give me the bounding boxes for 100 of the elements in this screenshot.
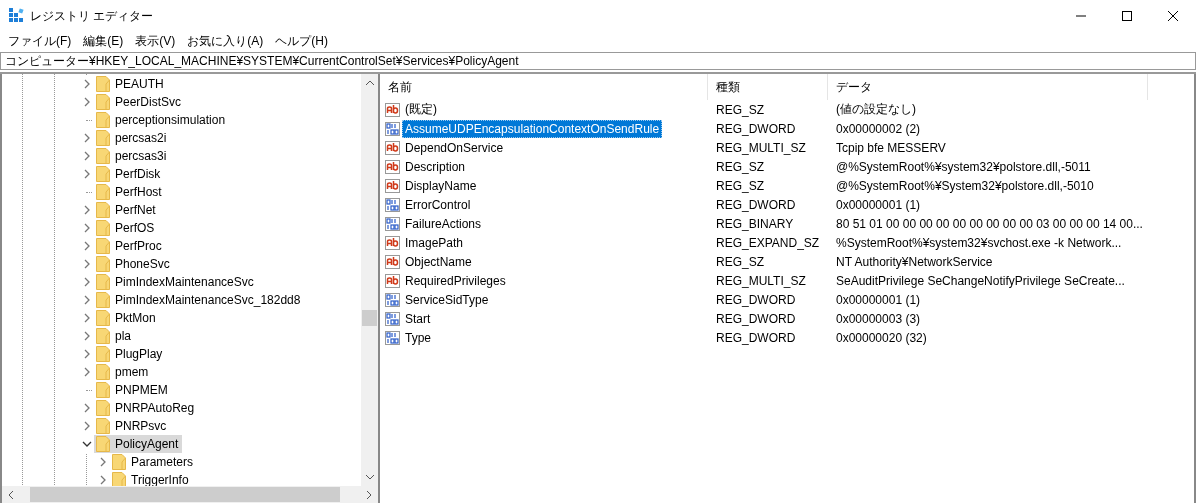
- binary-value-icon: [385, 215, 401, 232]
- string-value-icon: [385, 272, 401, 289]
- table-cell-text: 0x00000002 (2): [835, 121, 922, 136]
- string-value-icon: [385, 101, 401, 118]
- collapse-chevron-icon[interactable]: [82, 441, 92, 447]
- binary-value-icon: [385, 310, 401, 327]
- close-icon: [1168, 11, 1178, 21]
- scroll-right-icon[interactable]: [366, 489, 372, 500]
- tree-item[interactable]: PeerDistSvc: [94, 93, 186, 111]
- vertical-scrollbar[interactable]: [361, 74, 378, 486]
- value-name[interactable]: Start: [402, 309, 434, 328]
- table-cell-text: Tcpip bfe MESSERV: [835, 140, 947, 155]
- binary-value-icon: [385, 196, 401, 213]
- value-name[interactable]: ErrorControl: [402, 195, 474, 214]
- tree-item[interactable]: PerfOS: [94, 219, 159, 237]
- table-cell-text: (値の設定なし): [835, 101, 917, 118]
- window-title: レジストリ エディター: [30, 7, 154, 25]
- tree-item[interactable]: PerfProc: [94, 237, 166, 255]
- value-name[interactable]: Type: [402, 328, 434, 347]
- string-value-icon: [385, 177, 401, 194]
- menu-item[interactable]: 表示(V): [129, 32, 182, 50]
- table-cell-text: REG_DWORD: [715, 311, 797, 326]
- value-name[interactable]: ServiceSidType: [402, 290, 492, 309]
- tree-item[interactable]: pmem: [94, 363, 153, 381]
- tree-item[interactable]: PNRPAutoReg: [94, 399, 199, 417]
- tree-item[interactable]: TriggerInfo: [110, 471, 193, 486]
- scroll-down-icon[interactable]: [364, 474, 375, 480]
- tree-item[interactable]: PEAUTH: [94, 75, 168, 93]
- table-cell-text: @%SystemRoot%¥System32¥polstore.dll,-5010: [835, 178, 1095, 193]
- folder-icon: [96, 364, 110, 380]
- binary-value-icon: [385, 329, 401, 346]
- tree-item[interactable]: PNPMEM: [94, 381, 172, 399]
- address-field[interactable]: コンピューター¥HKEY_LOCAL_MACHINE¥SYSTEM¥CurrentControlSet¥Services¥PolicyAgent: [0, 52, 1196, 70]
- column-header[interactable]: 名前: [380, 74, 708, 100]
- table-cell-text: REG_DWORD: [715, 197, 797, 212]
- scroll-left-icon[interactable]: [8, 489, 14, 500]
- scroll-up-icon[interactable]: [364, 80, 375, 86]
- tree-item[interactable]: Parameters: [110, 453, 198, 471]
- value-name[interactable]: AssumeUDPEncapsulationContextOnSendRule: [402, 119, 663, 138]
- binary-value-icon: [385, 291, 401, 308]
- table-cell-text: REG_DWORD: [715, 121, 797, 136]
- tree-item[interactable]: perceptionsimulation: [94, 111, 230, 129]
- table-cell-text: REG_SZ: [715, 159, 765, 174]
- table-cell-text: REG_EXPAND_SZ: [715, 235, 821, 250]
- scroll-thumb[interactable]: [362, 310, 377, 326]
- folder-icon: [96, 292, 110, 308]
- tree-item[interactable]: PimIndexMaintenanceSvc_182dd8: [94, 291, 305, 309]
- folder-icon: [96, 256, 110, 272]
- tree-item[interactable]: pla: [94, 327, 135, 345]
- tree-item[interactable]: PimIndexMaintenanceSvc: [94, 273, 258, 291]
- tree-item[interactable]: PerfDisk: [94, 165, 165, 183]
- folder-icon: [96, 130, 110, 146]
- table-cell-text: 0x00000003 (3): [835, 311, 922, 326]
- value-name[interactable]: RequiredPrivileges: [402, 271, 509, 290]
- folder-icon: [96, 400, 110, 416]
- string-value-icon: [385, 253, 401, 270]
- table-cell-text: 0x00000001 (1): [835, 197, 922, 212]
- folder-icon: [96, 274, 110, 290]
- tree-item[interactable]: PolicyAgent: [94, 435, 183, 453]
- value-name[interactable]: FailureActions: [402, 214, 485, 233]
- menu-item[interactable]: お気に入り(A): [181, 32, 270, 50]
- tree-item[interactable]: percsas3i: [94, 147, 171, 165]
- folder-icon: [96, 346, 110, 362]
- folder-icon: [96, 382, 110, 398]
- horizontal-scrollbar[interactable]: [2, 486, 378, 503]
- folder-icon: [96, 76, 110, 92]
- tree-item[interactable]: PktMon: [94, 309, 160, 327]
- table-cell-text: NT Authority¥NetworkService: [835, 254, 994, 269]
- menu-item[interactable]: 編集(E): [77, 32, 130, 50]
- menu-item[interactable]: ファイル(F): [2, 32, 78, 50]
- tree-item[interactable]: PNRPsvc: [94, 417, 171, 435]
- tree-item[interactable]: percsas2i: [94, 129, 171, 147]
- table-cell-text: REG_MULTI_SZ: [715, 140, 807, 155]
- folder-icon: [96, 166, 110, 182]
- column-header[interactable]: 種類: [708, 74, 828, 100]
- folder-icon: [112, 454, 126, 470]
- value-name[interactable]: (既定): [402, 99, 440, 120]
- value-name[interactable]: ImagePath: [402, 233, 467, 252]
- table-cell-text: 0x00000020 (32): [835, 330, 928, 345]
- folder-icon: [96, 436, 110, 452]
- folder-icon: [96, 418, 110, 434]
- table-cell-text: 0x00000001 (1): [835, 292, 922, 307]
- value-name[interactable]: DisplayName: [402, 176, 480, 195]
- string-value-icon: [385, 158, 401, 175]
- column-header[interactable]: データ: [828, 74, 1148, 100]
- tree-item[interactable]: PerfHost: [94, 183, 166, 201]
- scroll-thumb[interactable]: [30, 487, 340, 502]
- registry-icon: [8, 8, 24, 24]
- value-name[interactable]: DependOnService: [402, 138, 507, 157]
- value-name[interactable]: ObjectName: [402, 252, 475, 271]
- maximize-icon: [1122, 11, 1132, 21]
- tree-item[interactable]: PerfNet: [94, 201, 160, 219]
- table-cell-text: REG_SZ: [715, 254, 765, 269]
- table-cell-text: REG_MULTI_SZ: [715, 273, 807, 288]
- tree-item[interactable]: PlugPlay: [94, 345, 167, 363]
- menu-item[interactable]: ヘルプ(H): [269, 32, 334, 50]
- folder-icon: [96, 220, 110, 236]
- table-cell-text: %SystemRoot%¥system32¥svchost.exe -k Network...: [835, 235, 1123, 250]
- tree-item[interactable]: PhoneSvc: [94, 255, 174, 273]
- value-name[interactable]: Description: [402, 157, 469, 176]
